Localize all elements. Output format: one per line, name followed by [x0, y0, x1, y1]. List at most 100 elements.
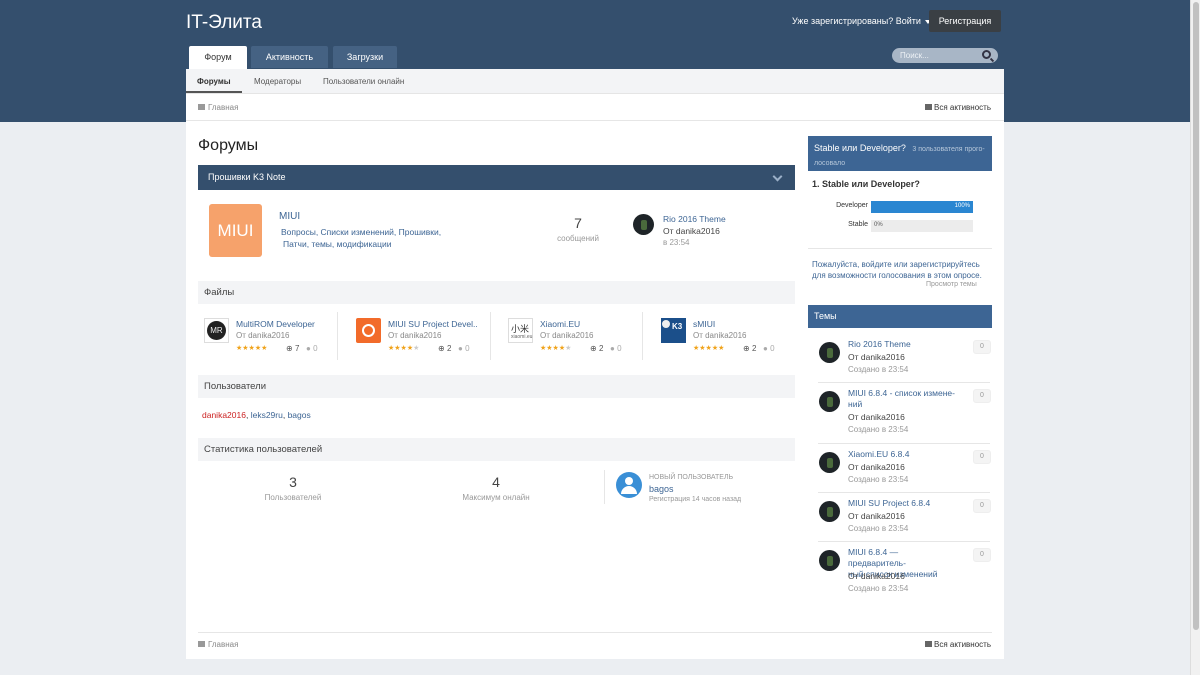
topic-date: Создано в 23:54 — [848, 425, 909, 434]
scrollbar-thumb[interactable] — [1193, 2, 1199, 630]
reply-count-badge: 0 — [973, 548, 991, 562]
topic-title[interactable]: MIUI SU Project 6.8.4 — [848, 498, 958, 509]
all-activity-label: Вся активность — [933, 640, 991, 649]
topic-date: Создано в 23:54 — [848, 584, 909, 593]
topic-author: От danika2016 — [848, 571, 905, 581]
subnav-active-indicator — [186, 91, 242, 93]
subnav-forums[interactable]: Форумы — [197, 77, 231, 86]
footer-breadcrumb[interactable]: Главная — [198, 640, 238, 649]
new-user-name[interactable]: bagos — [649, 484, 674, 494]
poll-login-note[interactable]: Пожалуйста, войдите или зарегистрируйтес… — [812, 259, 990, 281]
search-box[interactable] — [892, 48, 998, 63]
topic-avatar[interactable] — [819, 550, 840, 571]
file-item[interactable]: MIUI SU Project Devel... От danika2016 ★… — [356, 314, 486, 362]
poll-option-label: Developer — [836, 202, 868, 209]
poll-title[interactable]: Stable или Developer? — [814, 143, 906, 153]
all-activity-label: Вся активность — [933, 103, 991, 112]
topic-avatar[interactable] — [819, 342, 840, 363]
file-item[interactable]: MR MultiROM Developer От danika2016 ★★★★… — [204, 314, 334, 362]
page-title: Форумы — [198, 137, 259, 154]
poll-bar: 100% — [871, 201, 973, 213]
topic-title[interactable]: Xiaomi.EU 6.8.4 — [848, 449, 958, 460]
topic-title-line1: MIUI 6.8.4 — предваритель- — [848, 547, 906, 568]
poll-votes: 3 пользователя прого- — [912, 146, 985, 153]
signin-link[interactable]: Уже зарегистрированы? Войти — [792, 16, 931, 26]
search-icon[interactable] — [982, 50, 991, 59]
file-author: От danika2016 — [236, 331, 290, 340]
topic-title-line1: MIUI 6.8.4 - список измене- — [848, 388, 955, 398]
activity-icon — [924, 640, 932, 647]
file-author: От danika2016 — [693, 331, 747, 340]
divider — [490, 312, 491, 360]
forum-title-link[interactable]: MIUI — [279, 211, 300, 222]
breadcrumb-home[interactable]: Главная — [208, 103, 238, 112]
reply-count-badge: 0 — [973, 499, 991, 513]
post-count: 7 — [574, 215, 582, 231]
last-post-date: в 23:54 — [663, 238, 690, 247]
file-name[interactable]: Xiaomi.EU — [540, 319, 630, 329]
file-name[interactable]: sMIUI — [693, 319, 783, 329]
tab-activity[interactable]: Активность — [251, 46, 328, 68]
user-link[interactable]: leks29ru — [251, 410, 283, 420]
subforums-line2[interactable]: Патчи, темы, модификации — [281, 238, 461, 250]
rating-stars: ★★★★★ — [388, 345, 420, 352]
footer-all-activity-link[interactable]: Вся активность — [924, 640, 991, 649]
download-count-value: 2 — [751, 344, 757, 353]
topic-author: От danika2016 — [848, 511, 905, 521]
topic-title-line2: ний — [848, 399, 863, 409]
topic-title[interactable]: MIUI 6.8.4 - список измене-ний — [848, 388, 958, 410]
rating-stars: ★★★★★ — [236, 345, 268, 352]
last-post-avatar[interactable] — [633, 214, 654, 235]
collapse-chevron-icon[interactable] — [772, 171, 783, 182]
topic-avatar[interactable] — [819, 391, 840, 412]
files-section-header: Файлы — [198, 281, 795, 304]
last-post-author: От danika2016 — [663, 226, 720, 236]
user-link[interactable]: danika2016 — [202, 410, 246, 420]
xiaomi-eu-icon: 小米 xiaomi.eu — [508, 318, 533, 343]
tab-downloads[interactable]: Загрузки — [333, 46, 397, 68]
divider — [604, 470, 605, 504]
users-count: 3 — [289, 474, 297, 490]
topic-avatar[interactable] — [819, 501, 840, 522]
stats-section-header: Статистика пользователей — [198, 438, 795, 461]
search-input[interactable] — [892, 48, 976, 63]
new-user-avatar[interactable] — [616, 472, 642, 498]
file-name[interactable]: MIUI SU Project Devel... — [388, 319, 478, 329]
subnav-moderators[interactable]: Модераторы — [254, 77, 301, 86]
topic-title[interactable]: Rio 2016 Theme — [848, 339, 958, 350]
file-name[interactable]: MultiROM Developer — [236, 319, 326, 329]
tab-forum[interactable]: Форум — [189, 46, 247, 69]
max-online-count: 4 — [492, 474, 500, 490]
last-post-title[interactable]: Rio 2016 Theme — [663, 214, 726, 224]
register-button[interactable]: Регистрация — [929, 10, 1001, 32]
topics-header: Темы — [808, 305, 992, 328]
file-item[interactable]: 小米 xiaomi.eu Xiaomi.EU От danika2016 ★★★… — [508, 314, 638, 362]
divider — [186, 120, 1004, 121]
su-project-icon — [356, 318, 381, 343]
user-link[interactable]: bagos — [288, 410, 311, 420]
poll-view-topic-link[interactable]: Просмотр темы — [926, 281, 977, 288]
reply-count-badge: 0 — [973, 340, 991, 354]
poll-bar-percent: 0% — [874, 222, 883, 228]
divider — [198, 632, 992, 633]
scrollbar[interactable] — [1190, 0, 1200, 675]
home-icon — [198, 640, 205, 647]
subforums-line1[interactable]: Вопросы, Списки изменений, Прошивки, — [281, 226, 461, 238]
divider — [818, 541, 990, 542]
comment-count-value: 0 — [465, 344, 470, 353]
breadcrumb-home[interactable]: Главная — [208, 640, 238, 649]
download-count: ⊕ 2 — [590, 344, 604, 353]
comment-count-value: 0 — [770, 344, 775, 353]
breadcrumb[interactable]: Главная — [198, 103, 238, 112]
divider — [818, 443, 990, 444]
topic-author: От danika2016 — [848, 462, 905, 472]
site-logo[interactable]: IT-Элита — [186, 12, 262, 34]
topic-avatar[interactable] — [819, 452, 840, 473]
file-author: От danika2016 — [540, 331, 594, 340]
all-activity-link[interactable]: Вся активность — [924, 103, 991, 112]
divider — [808, 248, 992, 249]
subnav-online-users[interactable]: Пользователи онлайн — [323, 77, 404, 86]
file-item[interactable]: K3 sMIUI От danika2016 ★★★★★ ⊕ 2 ● 0 — [661, 314, 791, 362]
divider — [642, 312, 643, 360]
category-header[interactable]: Прошивки K3 Note — [198, 165, 795, 190]
